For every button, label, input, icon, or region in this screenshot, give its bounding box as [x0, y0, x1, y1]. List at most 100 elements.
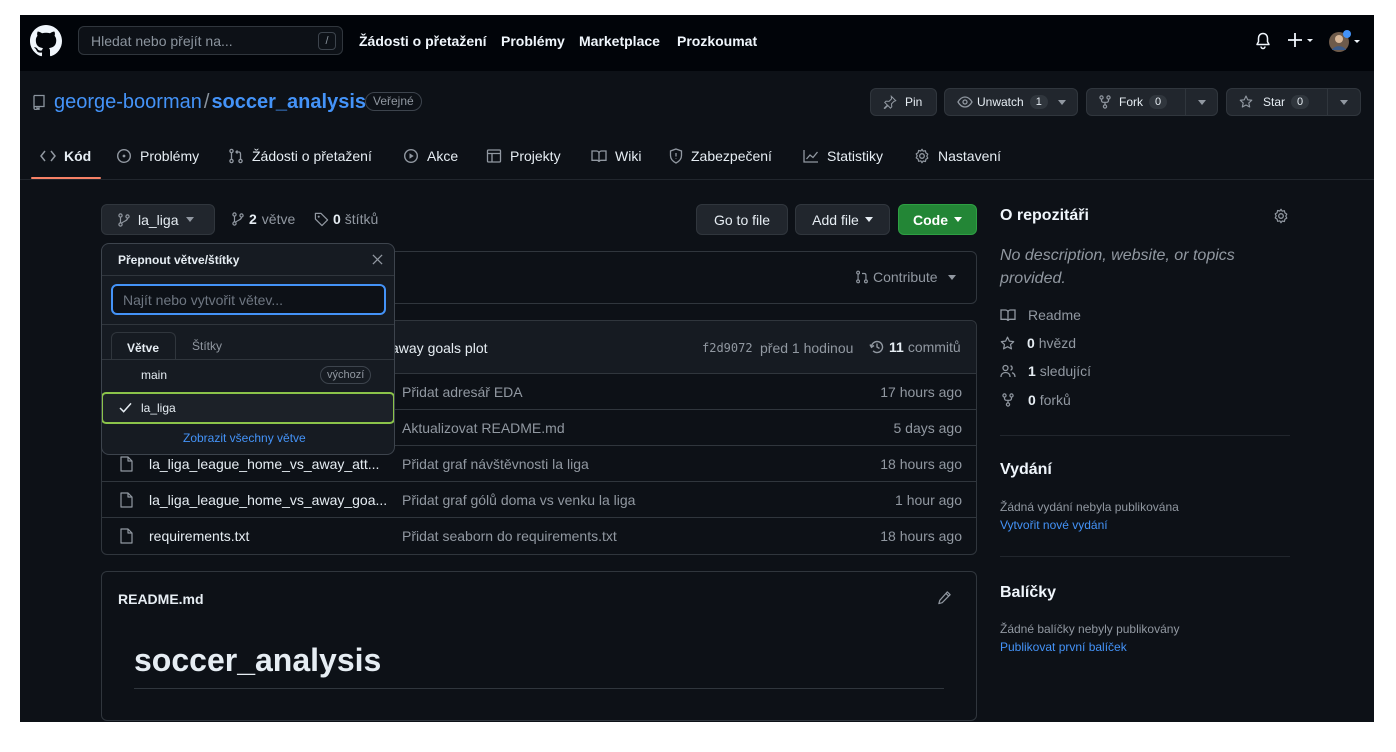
file-commit-time: 18 hours ago: [880, 528, 962, 544]
tab-wiki-label: Wiki: [615, 148, 642, 164]
table-icon: [486, 148, 502, 164]
row-divider: [102, 481, 976, 482]
tab-code[interactable]: Kód: [40, 148, 91, 164]
tab-settings-label: Nastavení: [938, 148, 1002, 164]
tab-branches-label: Větve: [127, 341, 160, 355]
file-name[interactable]: la_liga_league_home_vs_away_att...: [149, 456, 379, 472]
tab-actions[interactable]: Akce: [403, 148, 458, 164]
branch-select-button[interactable]: la_liga: [101, 204, 215, 235]
close-icon[interactable]: [372, 254, 383, 265]
watchers-count: 1: [1028, 363, 1036, 379]
branch-filter-input[interactable]: [111, 284, 386, 315]
current-branch-label: la_liga: [138, 211, 179, 228]
branch-item-main[interactable]: main výchozí: [102, 361, 394, 389]
add-file-button[interactable]: Add file: [795, 204, 890, 235]
tab-pull-requests[interactable]: Žádosti o přetažení: [228, 148, 372, 164]
unwatch-dropdown-caret-icon[interactable]: [1057, 99, 1066, 105]
file-name[interactable]: la_liga_league_home_vs_away_goa...: [149, 492, 387, 508]
repo-name-link[interactable]: soccer_analysis: [211, 91, 366, 113]
file-commit-message[interactable]: Přidat seaborn do requirements.txt: [402, 528, 617, 544]
tags-link[interactable]: 0 štítků: [314, 211, 378, 227]
readme-link-label: Readme: [1028, 307, 1081, 323]
eye-icon: [957, 96, 973, 108]
search-input[interactable]: [79, 27, 309, 54]
tab-wiki[interactable]: Wiki: [591, 148, 641, 164]
tab-projects-label: Projekty: [510, 148, 561, 164]
commit-hash[interactable]: f2d9072: [702, 341, 753, 355]
fork-dropdown-caret-icon[interactable]: [1198, 100, 1206, 105]
notifications-bell-icon[interactable]: [1255, 32, 1271, 50]
publish-package-link[interactable]: Publikovat první balíček: [1000, 640, 1127, 654]
pin-label: Pin: [905, 95, 923, 109]
star-dropdown-caret-icon[interactable]: [1340, 100, 1348, 105]
nav-pull-requests[interactable]: Žádosti o přetažení: [359, 33, 487, 49]
packages-heading[interactable]: Balíčky: [1000, 584, 1056, 602]
releases-empty-text: Žádná vydání nebyla publikována: [1000, 500, 1179, 514]
nav-explore[interactable]: Prozkoumat: [677, 33, 757, 49]
releases-heading[interactable]: Vydání: [1000, 461, 1052, 479]
nav-marketplace[interactable]: Marketplace: [579, 33, 660, 49]
branch-item-label: la_liga: [141, 401, 176, 415]
pin-icon: [883, 95, 897, 109]
latest-commit-message[interactable]: away goals plot: [391, 340, 488, 356]
code-button[interactable]: Code: [898, 204, 977, 235]
about-settings-gear-icon[interactable]: [1273, 208, 1289, 224]
branches-link[interactable]: 2 větve: [232, 211, 295, 227]
user-avatar[interactable]: [1329, 30, 1363, 54]
fork-count: 0: [1149, 95, 1168, 109]
watchers-link[interactable]: 1 sledující: [1000, 363, 1091, 379]
file-commit-message[interactable]: Aktualizovat README.md: [402, 420, 565, 436]
file-name[interactable]: requirements.txt: [149, 528, 249, 544]
shield-icon: [669, 148, 683, 164]
file-commit-message[interactable]: Přidat graf gólů doma vs venku la liga: [402, 492, 635, 508]
star-split-divider: [1327, 89, 1328, 115]
tab-actions-label: Akce: [427, 148, 459, 164]
pull-request-small-icon: [855, 270, 869, 284]
tab-settings[interactable]: Nastavení: [914, 148, 1001, 164]
unwatch-count: 1: [1029, 95, 1048, 109]
tab-branches[interactable]: Větve: [111, 332, 176, 360]
unwatch-button[interactable]: Unwatch 1: [944, 88, 1078, 116]
branch-caret-icon: [186, 217, 195, 222]
forks-link[interactable]: 0 forků: [1000, 392, 1071, 408]
tab-issues[interactable]: Problémy: [116, 148, 199, 164]
tab-security[interactable]: Zabezpečení: [669, 148, 772, 164]
dropdown-title: Přepnout větve/štítky: [118, 253, 240, 267]
file-commit-time: 5 days ago: [893, 420, 963, 436]
code-button-label: Code: [913, 211, 948, 228]
branch-item-la-liga[interactable]: la_liga: [102, 392, 394, 424]
contribute-button[interactable]: Contribute: [855, 269, 956, 285]
github-logo-icon[interactable]: [30, 25, 62, 57]
nav-issues[interactable]: Problémy: [501, 33, 565, 49]
forks-label: forků: [1039, 392, 1071, 408]
commits-link[interactable]: 11 commitů: [869, 339, 961, 355]
fork-button[interactable]: Fork 0: [1086, 88, 1218, 116]
global-header: / Žádosti o přetažení Problémy Marketpla…: [20, 15, 1374, 71]
book-icon: [591, 149, 607, 163]
pencil-edit-icon[interactable]: [937, 590, 952, 605]
star-button[interactable]: Star 0: [1226, 88, 1361, 116]
tab-projects[interactable]: Projekty: [486, 148, 561, 164]
code-caret-icon: [954, 217, 962, 222]
tab-insights[interactable]: Statistiky: [803, 148, 883, 164]
tab-tags[interactable]: Štítky: [192, 339, 222, 353]
go-to-file-button[interactable]: Go to file: [696, 204, 788, 235]
global-search[interactable]: /: [78, 26, 343, 55]
file-commit-message[interactable]: Přidat adresář EDA: [402, 384, 523, 400]
pin-button[interactable]: Pin: [870, 88, 937, 116]
tab-code-label: Kód: [64, 148, 92, 164]
create-new-plus-icon[interactable]: [1287, 31, 1317, 49]
create-release-link[interactable]: Vytvořit nové vydání: [1000, 518, 1108, 532]
readme-link[interactable]: Readme: [1000, 307, 1081, 323]
stars-link[interactable]: 0 hvězd: [1000, 335, 1076, 351]
readme-heading: soccer_analysis: [134, 642, 382, 678]
repo-owner-link[interactable]: george-boorman: [54, 91, 202, 113]
add-file-caret-icon: [864, 217, 873, 222]
branch-item-label: main: [141, 368, 168, 382]
dropdown-divider: [102, 359, 394, 360]
dropdown-divider: [102, 324, 394, 325]
view-all-branches-link[interactable]: Zobrazit všechny větve: [183, 431, 306, 445]
file-commit-message[interactable]: Přidat graf návštěvnosti la liga: [402, 456, 589, 472]
commit-time: před 1 hodinou: [760, 340, 854, 356]
tags-count: 0: [333, 211, 341, 227]
